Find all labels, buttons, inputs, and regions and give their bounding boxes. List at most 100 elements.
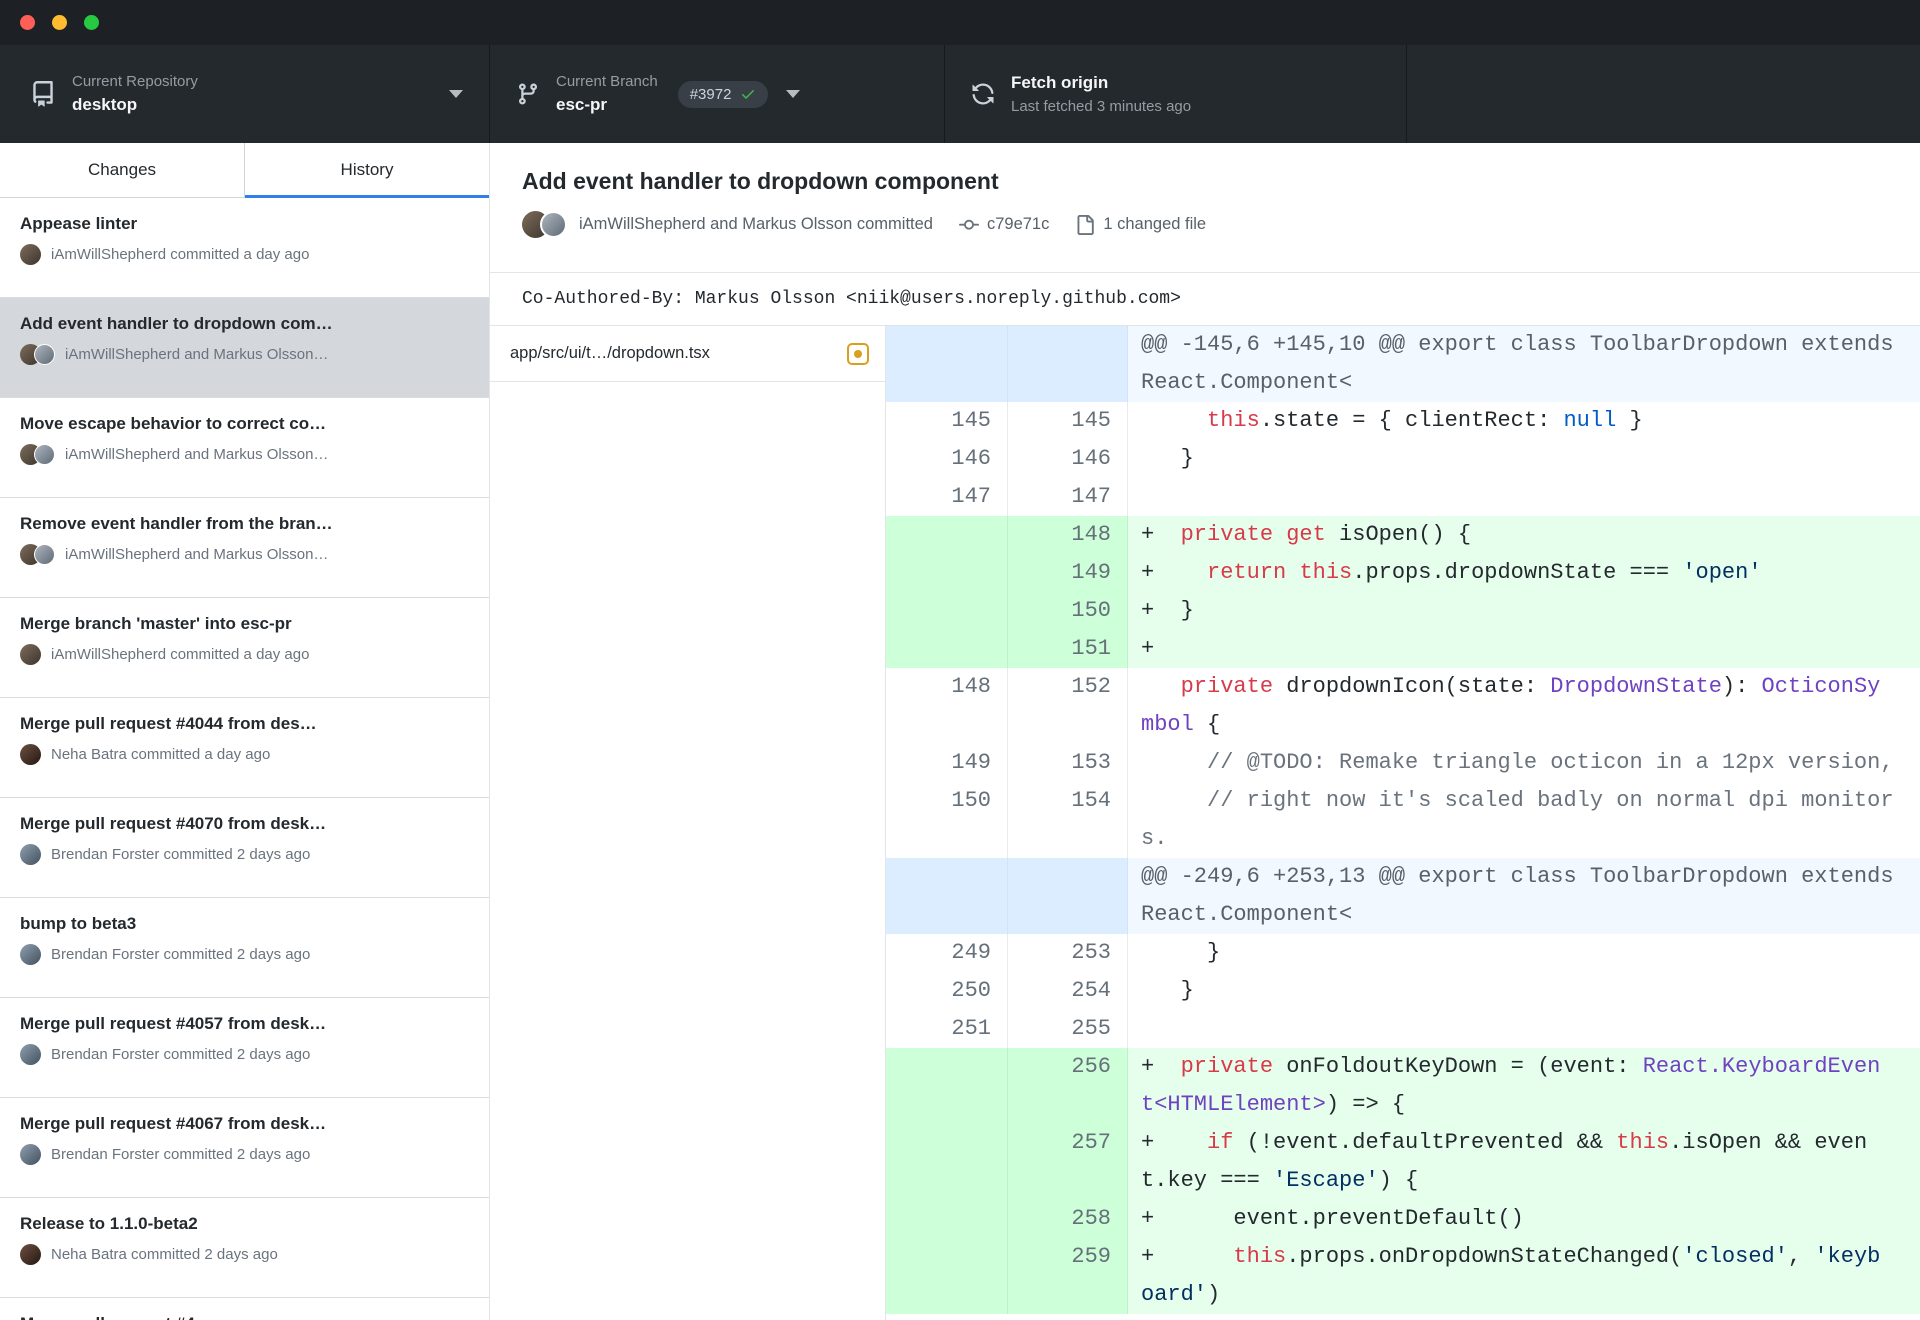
fetch-origin-button[interactable]: Fetch origin Last fetched 3 minutes ago (945, 45, 1407, 143)
diff-row-hunk: @@ -145,6 +145,10 @@ export class Toolba… (886, 326, 1920, 402)
diff-code-cell (1128, 478, 1920, 516)
diff-row-add: 148 + private get isOpen() { (886, 516, 1920, 554)
commit-detail-pane: Add event handler to dropdown component … (490, 143, 1920, 1320)
sync-icon (971, 82, 995, 106)
commit-item-meta-text: iAmWillShepherd committed a day ago (51, 646, 310, 663)
diff-code-cell: private dropdownIcon(state: DropdownStat… (1128, 668, 1920, 744)
file-path: app/src/ui/t…/dropdown.tsx (510, 344, 710, 362)
diff-pane[interactable]: @@ -145,6 +145,10 @@ export class Toolba… (886, 326, 1920, 1320)
titlebar (0, 0, 1920, 45)
commit-list-item[interactable]: Merge pull request #4070 from desk… Bren… (0, 798, 489, 898)
pr-number: #3972 (689, 85, 732, 103)
diff-line-number-old (886, 554, 1008, 592)
diff-code-cell: + private get isOpen() { (1128, 516, 1920, 554)
commit-item-avatars (20, 1244, 41, 1265)
commit-list-item[interactable]: Merge pull request #4057 from desk… Bren… (0, 998, 489, 1098)
diff-row-add: 149 + return this.props.dropdownState ===… (886, 554, 1920, 592)
commit-author-avatars (522, 211, 567, 238)
diff-row-add: 257 + if (!event.defaultPrevented && this… (886, 1124, 1920, 1200)
commit-item-avatars (20, 344, 55, 365)
diff-line-number-new: 145 (1008, 402, 1128, 440)
zoom-button[interactable] (84, 15, 99, 30)
file-list-item[interactable]: app/src/ui/t…/dropdown.tsx (490, 326, 885, 382)
commit-item-meta-text: Neha Batra committed a day ago (51, 746, 271, 763)
diff-line-number-old (886, 1200, 1008, 1238)
commit-item-title: Remove event handler from the bran… (20, 514, 333, 533)
commit-item-meta: iAmWillShepherd and Markus Olsson… (20, 444, 469, 465)
minimize-button[interactable] (52, 15, 67, 30)
commit-item-avatars (20, 644, 41, 665)
current-branch-label: Current Branch (556, 73, 658, 90)
commit-authors: iAmWillShepherd and Markus Olsson commit… (579, 215, 933, 233)
commit-list-item[interactable]: Merge pull request #4… (0, 1298, 489, 1320)
avatar (540, 211, 567, 238)
diff-code-cell: + event.preventDefault() (1128, 1200, 1920, 1238)
diff-code-cell: } (1128, 440, 1920, 478)
avatar (20, 644, 41, 665)
commit-list-item[interactable]: Add event handler to dropdown com… iAmWi… (0, 298, 489, 398)
tab-history[interactable]: History (244, 143, 489, 198)
current-branch-value: esc-pr (556, 95, 608, 114)
pr-status-badge[interactable]: #3972 (677, 80, 769, 108)
toolbar: Current Repository desktop Current Branc… (0, 45, 1920, 143)
commit-list[interactable]: Appease linter iAmWillShepherd committed… (0, 198, 489, 1320)
tab-changes[interactable]: Changes (0, 143, 244, 197)
commit-list-item[interactable]: Merge pull request #4067 from desk… Bren… (0, 1098, 489, 1198)
commit-meta: iAmWillShepherd and Markus Olsson commit… (522, 211, 1888, 238)
commit-item-avatars (20, 444, 55, 465)
branch-dropdown-button[interactable]: Current Branch esc-pr #3972 (490, 45, 945, 143)
avatar (20, 1044, 41, 1065)
diff-row-context: 146 146 } (886, 440, 1920, 478)
current-repository-label: Current Repository (72, 73, 198, 90)
diff-line-number-new: 149 (1008, 554, 1128, 592)
commit-list-item[interactable]: bump to beta3 Brendan Forster committed … (0, 898, 489, 998)
diff-line-number-old (886, 630, 1008, 668)
repository-dropdown-button[interactable]: Current Repository desktop (0, 45, 490, 143)
diff-line-number-old (886, 592, 1008, 630)
commit-list-item[interactable]: Merge branch 'master' into esc-pr iAmWil… (0, 598, 489, 698)
diff-code-cell: // right now it's scaled badly on normal… (1128, 782, 1920, 858)
commit-item-meta-text: Brendan Forster committed 2 days ago (51, 1146, 311, 1163)
diff-line-number-old: 147 (886, 478, 1008, 516)
diff-line-number-old (886, 326, 1008, 402)
diff-line-number-new: 147 (1008, 478, 1128, 516)
diff-code-cell: + this.props.onDropdownStateChanged('clo… (1128, 1238, 1920, 1314)
diff-code-cell: @@ -249,6 +253,13 @@ export class Toolba… (1128, 858, 1920, 934)
commit-list-item[interactable]: Appease linter iAmWillShepherd committed… (0, 198, 489, 298)
diff-line-number-new: 257 (1008, 1124, 1128, 1200)
commit-item-avatars (20, 844, 41, 865)
diff-row-add: 151 + (886, 630, 1920, 668)
diff-line-number-new: 150 (1008, 592, 1128, 630)
commit-item-meta: iAmWillShepherd and Markus Olsson… (20, 544, 469, 565)
history-sidebar: Changes History Appease linter iAmWillSh… (0, 143, 490, 1320)
commit-item-meta-text: iAmWillShepherd and Markus Olsson… (65, 346, 329, 363)
commit-list-item[interactable]: Remove event handler from the bran… iAmW… (0, 498, 489, 598)
close-button[interactable] (20, 15, 35, 30)
commit-item-avatars (20, 1144, 41, 1165)
commit-item-title: Merge pull request #4057 from desk… (20, 1014, 327, 1033)
chevron-down-icon (449, 90, 463, 98)
diff-row-context: 250 254 } (886, 972, 1920, 1010)
diff-line-number-old: 145 (886, 402, 1008, 440)
diff-row-context: 249 253 } (886, 934, 1920, 972)
commit-sha: c79e71c (986, 215, 1050, 233)
commit-list-item[interactable]: Move escape behavior to correct co… iAmW… (0, 398, 489, 498)
diff-row-context: 150 154 // right now it's scaled badly on… (886, 782, 1920, 858)
commit-list-item[interactable]: Merge pull request #4044 from des… Neha … (0, 698, 489, 798)
changed-file-list: app/src/ui/t…/dropdown.tsx (490, 326, 886, 1320)
fetch-origin-title: Fetch origin (1011, 73, 1109, 92)
commit-title: Add event handler to dropdown component (522, 168, 999, 194)
avatar (20, 1144, 41, 1165)
commit-list-item[interactable]: Release to 1.1.0-beta2 Neha Batra commit… (0, 1198, 489, 1298)
sidebar-tabbar: Changes History (0, 143, 489, 198)
diff-line-number-old: 249 (886, 934, 1008, 972)
avatar (34, 444, 55, 465)
diff-line-number-new: 153 (1008, 744, 1128, 782)
avatar (20, 844, 41, 865)
diff-line-number-new: 258 (1008, 1200, 1128, 1238)
diff-area: app/src/ui/t…/dropdown.tsx @@ -145,6 +14… (490, 325, 1920, 1320)
diff-line-number-old: 251 (886, 1010, 1008, 1048)
diff-code-cell: + (1128, 630, 1920, 668)
diff-line-number-old: 148 (886, 668, 1008, 744)
diff-row-context: 149 153 // @TODO: Remake triangle octicon… (886, 744, 1920, 782)
